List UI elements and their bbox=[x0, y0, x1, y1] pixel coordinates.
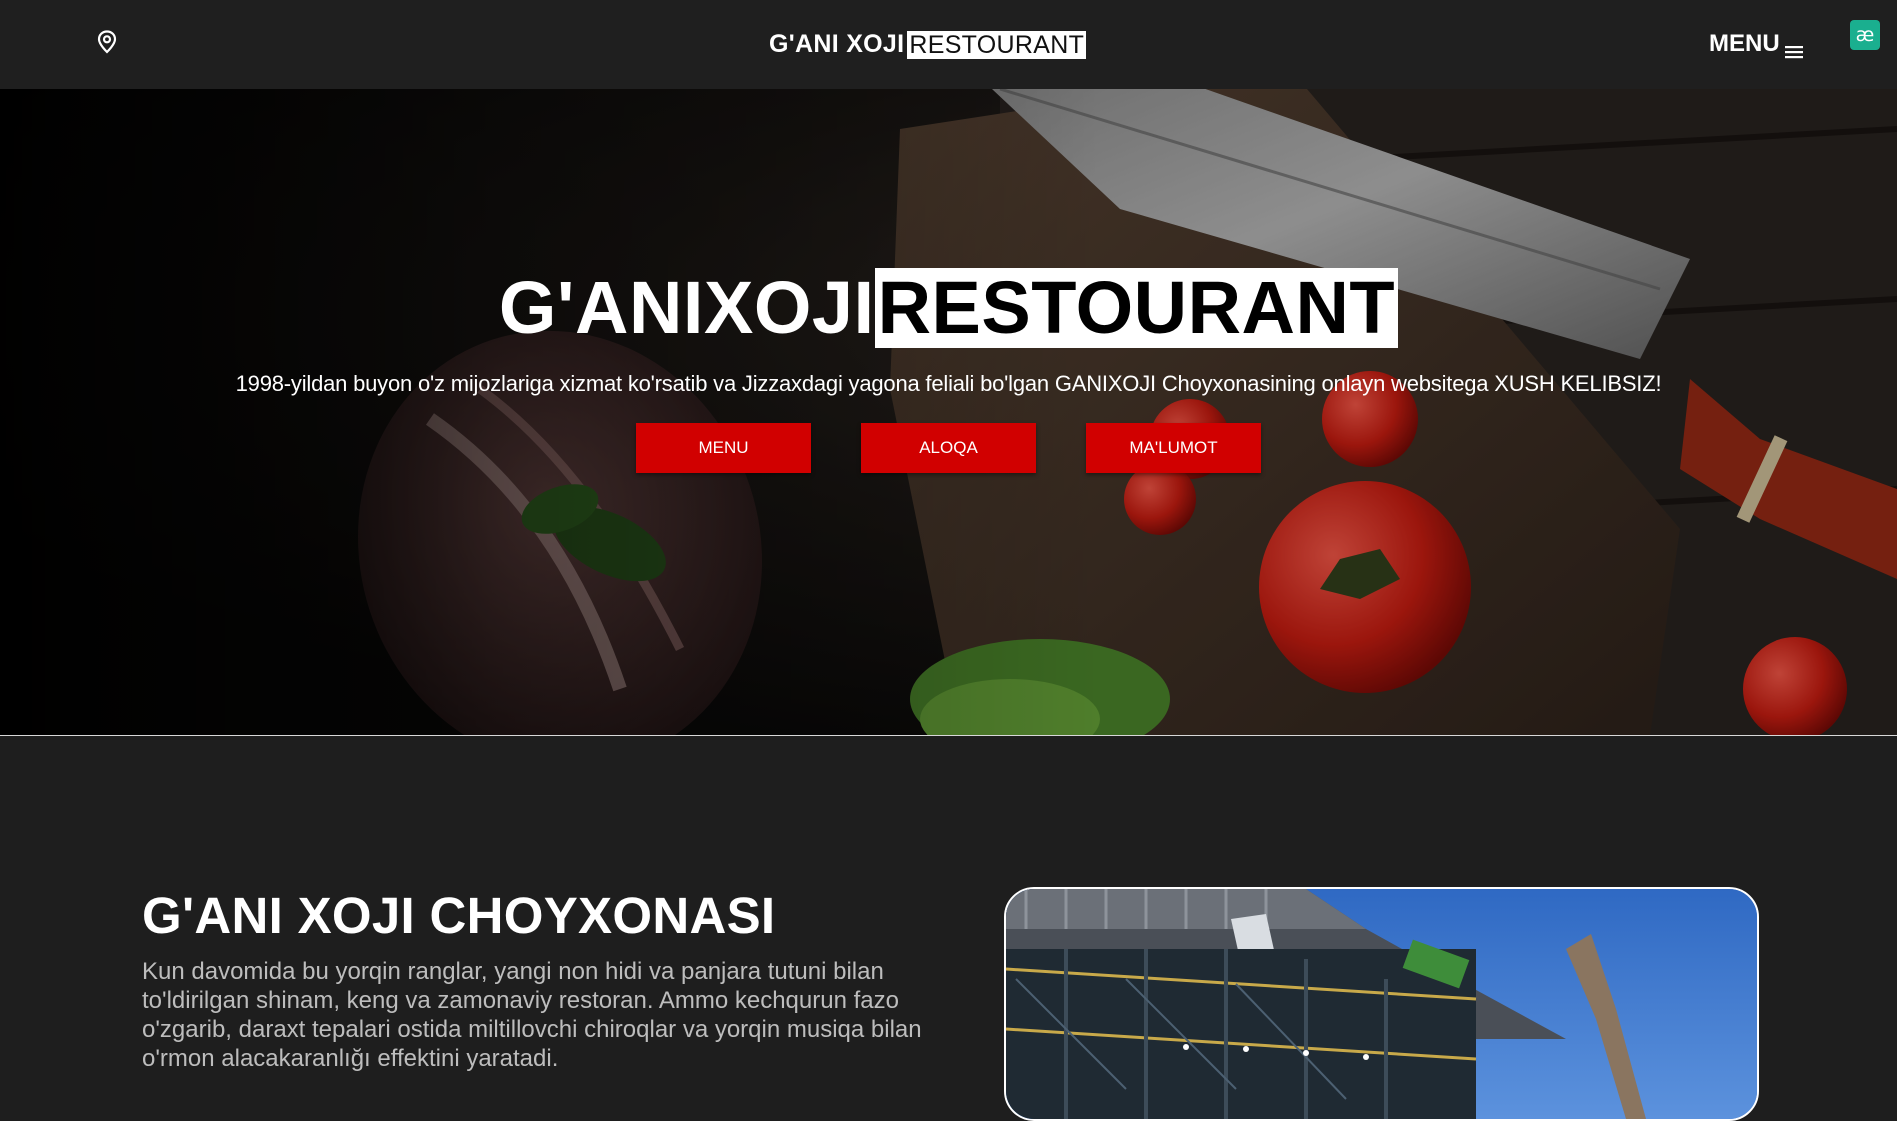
hero-subtitle: 1998-yildan buyon o'z mijozlariga xizmat… bbox=[235, 371, 1662, 396]
hero-title-main: G'ANIXOJI bbox=[498, 266, 875, 349]
info-button[interactable]: MA'LUMOT bbox=[1086, 423, 1261, 473]
restaurant-building-image bbox=[1004, 887, 1759, 1121]
brand-highlight: RESTOURANT bbox=[907, 30, 1087, 59]
brand-logo[interactable]: G'ANI XOJI RESTOURANT bbox=[769, 30, 1087, 59]
hero-section: G'ANIXOJIRESTOURANT 1998-yildan buyon o'… bbox=[0, 89, 1897, 736]
top-header: G'ANI XOJI RESTOURANT MENU æ bbox=[0, 0, 1897, 89]
hamburger-icon bbox=[1784, 38, 1804, 59]
menu-toggle-label: MENU bbox=[1709, 30, 1780, 57]
contact-button[interactable]: ALOQA bbox=[861, 423, 1036, 473]
hero-button-group: MENU ALOQA MA'LUMOT bbox=[0, 423, 1897, 473]
hero-title: G'ANIXOJIRESTOURANT bbox=[0, 265, 1897, 350]
about-description: Kun davomida bu yorqin ranglar, yangi no… bbox=[142, 958, 922, 1072]
menu-button[interactable]: MENU bbox=[636, 423, 811, 473]
map-pin-icon[interactable] bbox=[96, 30, 118, 54]
hero-title-highlight: RESTOURANT bbox=[874, 268, 1399, 348]
hero-overlay bbox=[0, 89, 1897, 735]
about-title: G'ANI XOJI CHOYXONASI bbox=[142, 887, 776, 944]
brand-name: G'ANI XOJI bbox=[769, 30, 905, 58]
extension-badge-icon[interactable]: æ bbox=[1850, 20, 1880, 50]
menu-toggle-button[interactable]: MENU bbox=[1709, 30, 1804, 59]
